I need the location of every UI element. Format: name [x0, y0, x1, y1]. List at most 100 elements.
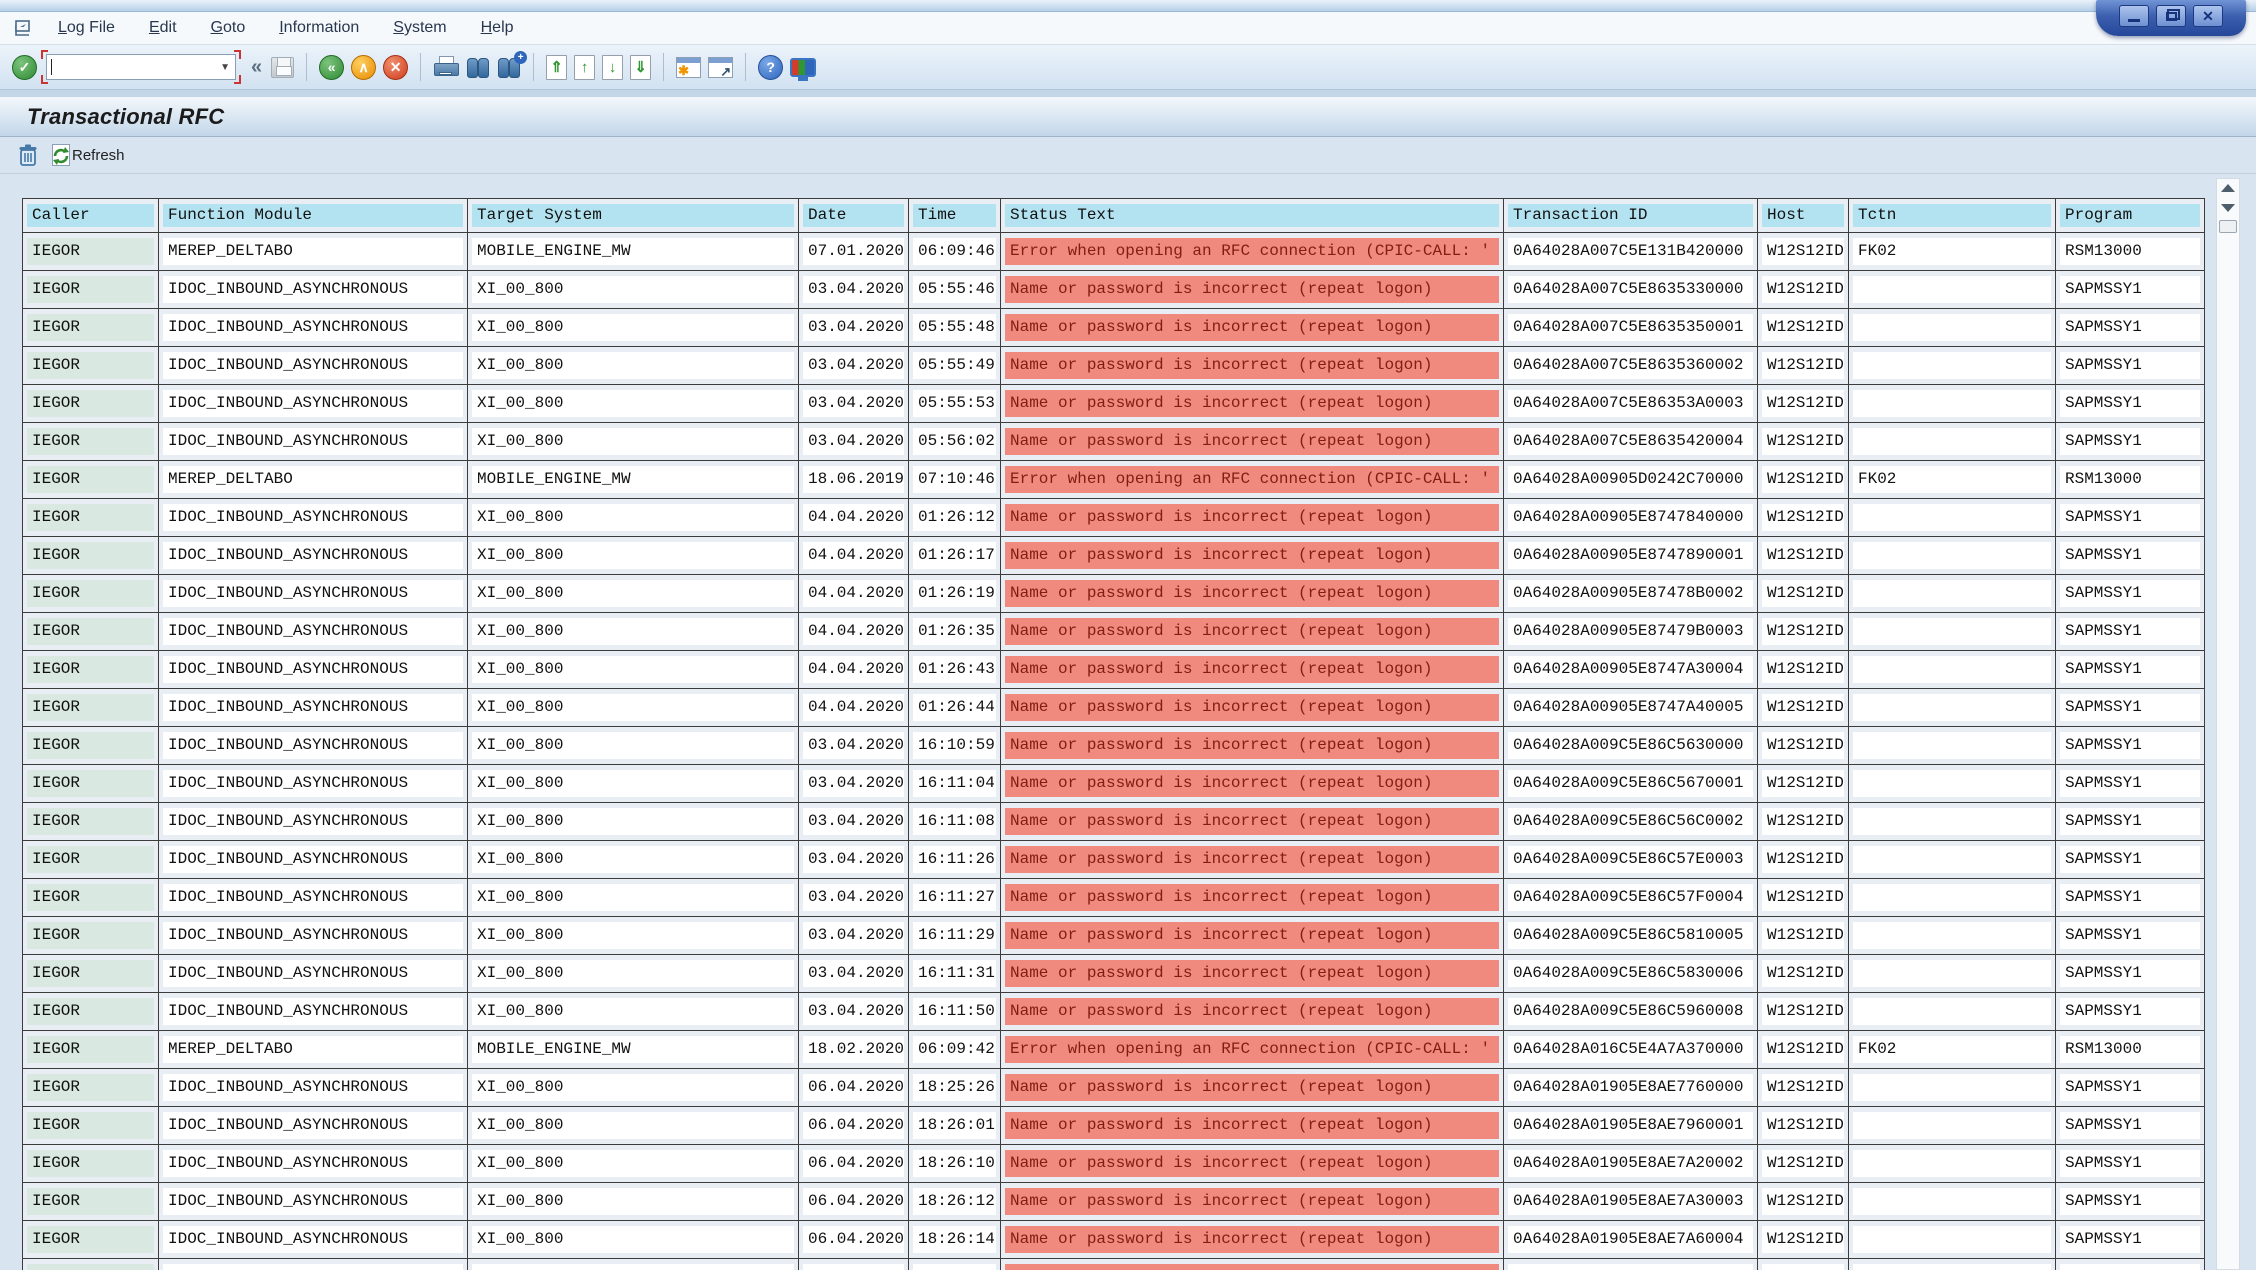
cell-caller[interactable]: IEGOR: [23, 423, 159, 461]
cell-target-system[interactable]: XI_00_800: [468, 1183, 799, 1221]
cell-caller[interactable]: [23, 1259, 159, 1270]
cell-host[interactable]: W12S12ID: [1758, 803, 1849, 841]
cell-function-module[interactable]: IDOC_INBOUND_ASYNCHRONOUS: [159, 727, 468, 765]
cell-time[interactable]: 05:55:53: [909, 385, 1001, 423]
cell-caller[interactable]: IEGOR: [23, 917, 159, 955]
col-time[interactable]: Time: [909, 199, 1001, 233]
cell-host[interactable]: W12S12ID: [1758, 727, 1849, 765]
cell-time[interactable]: 01:26:19: [909, 575, 1001, 613]
cell-status-text[interactable]: [1001, 1259, 1504, 1270]
cell-transaction-id[interactable]: 0A64028A00905E8747840000: [1504, 499, 1758, 537]
cell-caller[interactable]: IEGOR: [23, 727, 159, 765]
cell-tctn[interactable]: FK02: [1849, 233, 2056, 271]
cell-caller[interactable]: IEGOR: [23, 651, 159, 689]
cell-date[interactable]: 03.04.2020: [799, 727, 909, 765]
cell-status-text[interactable]: Name or password is incorrect (repeat lo…: [1001, 917, 1504, 955]
cell-status-text[interactable]: Name or password is incorrect (repeat lo…: [1001, 309, 1504, 347]
cell-time[interactable]: 16:11:26: [909, 841, 1001, 879]
table-row[interactable]: IEGORIDOC_INBOUND_ASYNCHRONOUSXI_00_8000…: [23, 537, 2205, 575]
cell-target-system[interactable]: XI_00_800: [468, 1107, 799, 1145]
cell-host[interactable]: W12S12ID: [1758, 765, 1849, 803]
cell-tctn[interactable]: [1849, 841, 2056, 879]
cell-program[interactable]: SAPMSSY1: [2056, 651, 2205, 689]
cell-time[interactable]: 18:26:12: [909, 1183, 1001, 1221]
cell-program[interactable]: [2056, 1259, 2205, 1270]
cell-target-system[interactable]: XI_00_800: [468, 765, 799, 803]
screen-menu-icon[interactable]: [14, 20, 34, 37]
cell-host[interactable]: W12S12ID: [1758, 955, 1849, 993]
command-input[interactable]: ▼: [46, 54, 236, 80]
cell-status-text[interactable]: Name or password is incorrect (repeat lo…: [1001, 613, 1504, 651]
cell-caller[interactable]: IEGOR: [23, 1107, 159, 1145]
cell-host[interactable]: W12S12ID: [1758, 423, 1849, 461]
cell-target-system[interactable]: XI_00_800: [468, 1145, 799, 1183]
cell-host[interactable]: W12S12ID: [1758, 1183, 1849, 1221]
cell-host[interactable]: W12S12ID: [1758, 347, 1849, 385]
cell-program[interactable]: RSM13000: [2056, 233, 2205, 271]
next-page-button[interactable]: ↓: [602, 55, 623, 80]
table-row[interactable]: IEGORIDOC_INBOUND_ASYNCHRONOUSXI_00_8000…: [23, 917, 2205, 955]
cell-function-module[interactable]: MEREP_DELTABO: [159, 1031, 468, 1069]
cell-tctn[interactable]: [1849, 575, 2056, 613]
cell-time[interactable]: 16:11:04: [909, 765, 1001, 803]
cell-function-module[interactable]: IDOC_INBOUND_ASYNCHRONOUS: [159, 1183, 468, 1221]
table-row[interactable]: IEGORIDOC_INBOUND_ASYNCHRONOUSXI_00_8000…: [23, 613, 2205, 651]
col-host[interactable]: Host: [1758, 199, 1849, 233]
dropdown-arrow-icon[interactable]: ▼: [220, 62, 230, 73]
table-row[interactable]: IEGORIDOC_INBOUND_ASYNCHRONOUSXI_00_8000…: [23, 1069, 2205, 1107]
last-page-button[interactable]: ⇓: [630, 55, 651, 80]
col-program[interactable]: Program: [2056, 199, 2205, 233]
cell-transaction-id[interactable]: 0A64028A00905E8747890001: [1504, 537, 1758, 575]
cell-function-module[interactable]: IDOC_INBOUND_ASYNCHRONOUS: [159, 1069, 468, 1107]
cell-transaction-id[interactable]: 0A64028A00905E87479B0003: [1504, 613, 1758, 651]
col-transaction-id[interactable]: Transaction ID: [1504, 199, 1758, 233]
cell-function-module[interactable]: IDOC_INBOUND_ASYNCHRONOUS: [159, 765, 468, 803]
cell-tctn[interactable]: [1849, 803, 2056, 841]
cell-status-text[interactable]: Error when opening an RFC connection (CP…: [1001, 461, 1504, 499]
table-row[interactable]: IEGORIDOC_INBOUND_ASYNCHRONOUSXI_00_8000…: [23, 1145, 2205, 1183]
cell-program[interactable]: SAPMSSY1: [2056, 765, 2205, 803]
table-row[interactable]: IEGORIDOC_INBOUND_ASYNCHRONOUSXI_00_8000…: [23, 347, 2205, 385]
cell-program[interactable]: SAPMSSY1: [2056, 727, 2205, 765]
cell-caller[interactable]: IEGOR: [23, 955, 159, 993]
cell-host[interactable]: W12S12ID: [1758, 1069, 1849, 1107]
cell-tctn[interactable]: FK02: [1849, 461, 2056, 499]
cell-date[interactable]: 04.04.2020: [799, 537, 909, 575]
cell-date[interactable]: 06.04.2020: [799, 1183, 909, 1221]
cell-program[interactable]: SAPMSSY1: [2056, 309, 2205, 347]
cell-caller[interactable]: IEGOR: [23, 309, 159, 347]
enter-button[interactable]: ✓: [12, 55, 37, 80]
cell-transaction-id[interactable]: 0A64028A00905E8747A40005: [1504, 689, 1758, 727]
cell-caller[interactable]: IEGOR: [23, 499, 159, 537]
help-button[interactable]: ?: [758, 55, 783, 80]
cell-program[interactable]: SAPMSSY1: [2056, 1069, 2205, 1107]
find-next-button[interactable]: +: [497, 57, 521, 77]
cell-function-module[interactable]: [159, 1259, 468, 1270]
table-row[interactable]: IEGORIDOC_INBOUND_ASYNCHRONOUSXI_00_8000…: [23, 993, 2205, 1031]
cell-status-text[interactable]: Name or password is incorrect (repeat lo…: [1001, 689, 1504, 727]
cell-status-text[interactable]: Name or password is incorrect (repeat lo…: [1001, 727, 1504, 765]
restore-button[interactable]: [2156, 5, 2186, 27]
cell-host[interactable]: W12S12ID: [1758, 613, 1849, 651]
close-button[interactable]: ✕: [2193, 5, 2223, 27]
cell-caller[interactable]: IEGOR: [23, 765, 159, 803]
customize-layout-button[interactable]: [790, 58, 816, 77]
vertical-scrollbar[interactable]: [2216, 178, 2240, 1270]
cell-tctn[interactable]: [1849, 993, 2056, 1031]
cell-tctn[interactable]: [1849, 1145, 2056, 1183]
cell-time[interactable]: 16:11:08: [909, 803, 1001, 841]
cell-date[interactable]: 03.04.2020: [799, 423, 909, 461]
cell-function-module[interactable]: MEREP_DELTABO: [159, 461, 468, 499]
cell-date[interactable]: 06.04.2020: [799, 1107, 909, 1145]
cell-date[interactable]: [799, 1259, 909, 1270]
cell-transaction-id[interactable]: 0A64028A009C5E86C57E0003: [1504, 841, 1758, 879]
back-button[interactable]: «: [319, 55, 344, 80]
first-page-button[interactable]: ⇑: [546, 55, 567, 80]
cell-target-system[interactable]: XI_00_800: [468, 309, 799, 347]
cell-host[interactable]: W12S12ID: [1758, 841, 1849, 879]
cell-function-module[interactable]: IDOC_INBOUND_ASYNCHRONOUS: [159, 575, 468, 613]
cell-transaction-id[interactable]: 0A64028A00905E8747A30004: [1504, 651, 1758, 689]
delete-button[interactable]: [18, 144, 38, 167]
cell-caller[interactable]: IEGOR: [23, 841, 159, 879]
cell-target-system[interactable]: XI_00_800: [468, 727, 799, 765]
